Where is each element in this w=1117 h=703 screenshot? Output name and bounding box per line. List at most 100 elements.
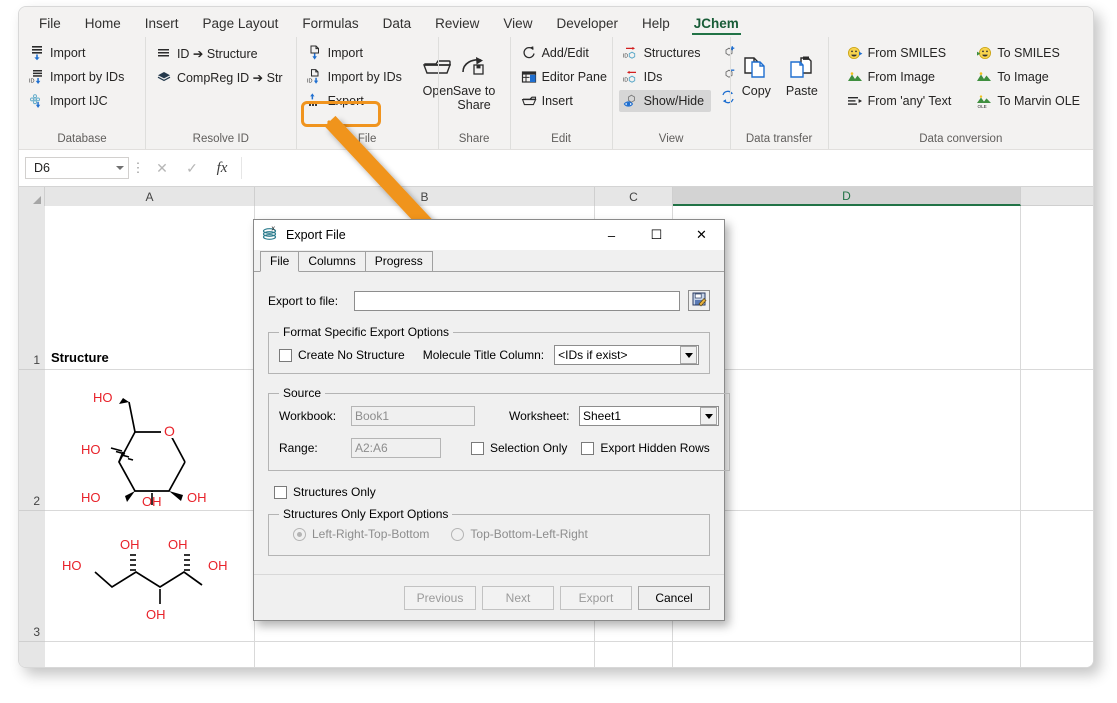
paste-icon	[788, 52, 816, 84]
format-options-row: Create No Structure Molecule Title Colum…	[279, 345, 699, 365]
editor-pane-label: Editor Pane	[542, 70, 607, 84]
svg-text:HO: HO	[93, 390, 113, 405]
insert-function-icon[interactable]: fx	[207, 160, 237, 177]
close-icon[interactable]: ✕	[679, 220, 724, 250]
column-header-c[interactable]: C	[595, 187, 673, 206]
dialog-tab-columns[interactable]: Columns	[298, 251, 365, 271]
from-any-text-button[interactable]: From 'any' Text	[843, 90, 959, 112]
molecule-title-column-select[interactable]: <IDs if exist>	[554, 345, 699, 365]
minimize-icon[interactable]: –	[589, 220, 634, 250]
row-header-2[interactable]: 2	[19, 370, 45, 511]
copy-button[interactable]: Copy	[737, 48, 777, 99]
import-database-button[interactable]: Import	[25, 42, 131, 64]
dialog-tab-progress[interactable]: Progress	[365, 251, 433, 271]
column-header-a[interactable]: A	[45, 187, 255, 206]
browse-file-icon	[692, 292, 707, 310]
maximize-icon[interactable]: ☐	[634, 220, 679, 250]
ribbon-tab-developer[interactable]: Developer	[544, 15, 630, 38]
row-header-1[interactable]: 1	[19, 206, 45, 370]
cell-c4[interactable]	[595, 642, 673, 667]
ribbon-tab-file[interactable]: File	[27, 15, 73, 38]
top-bottom-left-right-label: Top-Bottom-Left-Right	[470, 527, 587, 541]
checkbox-icon	[279, 349, 292, 362]
cancel-button[interactable]: Cancel	[638, 586, 710, 610]
cell-a2[interactable]: O	[45, 370, 255, 510]
ribbon-tab-home[interactable]: Home	[73, 15, 133, 38]
cell-a4[interactable]	[45, 642, 255, 667]
from-image-button[interactable]: From Image	[843, 66, 959, 88]
column-header-b[interactable]: B	[255, 187, 595, 206]
to-smiles-button[interactable]: To SMILES	[972, 42, 1087, 64]
create-no-structure-checkbox[interactable]: Create No Structure	[279, 348, 405, 362]
previous-button[interactable]: Previous	[404, 586, 476, 610]
to-image-button[interactable]: To Image	[972, 66, 1087, 88]
export-to-file-input[interactable]	[354, 291, 680, 311]
accept-formula-icon[interactable]: ✓	[177, 160, 207, 177]
formula-input[interactable]	[241, 157, 1087, 179]
svg-text:HO: HO	[81, 490, 101, 505]
show-hide-button[interactable]: Show/Hide	[619, 90, 711, 112]
cell-a3[interactable]: HO OH OH OH OH	[45, 511, 255, 641]
worksheet-select[interactable]: Sheet1	[579, 406, 719, 426]
cancel-formula-icon[interactable]: ✕	[147, 160, 177, 177]
ids-view-button[interactable]: ID IDs	[619, 66, 711, 88]
structures-view-button[interactable]: ID Structures	[619, 42, 711, 64]
to-marvin-ole-label: To Marvin OLE	[997, 94, 1080, 108]
insert-button[interactable]: Insert	[517, 90, 614, 112]
import-by-ids-file-button[interactable]: ID Import by IDs	[303, 66, 409, 88]
paste-button[interactable]: Paste	[782, 48, 822, 99]
cell-b4[interactable]	[255, 642, 595, 667]
compreg-id-to-structure-button[interactable]: CompReg ID ➔ Str	[152, 66, 290, 88]
ribbon-tab-page-layout[interactable]: Page Layout	[191, 15, 291, 38]
export-dialog-button[interactable]: Export	[560, 586, 632, 610]
dialog-tab-file[interactable]: File	[260, 251, 299, 272]
add-edit-button[interactable]: Add/Edit	[517, 42, 614, 64]
to-marvin-ole-icon: OLE	[976, 93, 992, 109]
cell-d1[interactable]	[673, 206, 1021, 369]
import-by-ids-database-button[interactable]: ID Import by IDs	[25, 66, 131, 88]
to-marvin-ole-button[interactable]: OLE To Marvin OLE	[972, 90, 1087, 112]
svg-text:OH: OH	[142, 494, 162, 506]
ribbon-tab-formulas[interactable]: Formulas	[290, 15, 370, 38]
ribbon-tab-data[interactable]: Data	[371, 15, 424, 38]
chevron-down-icon[interactable]	[700, 407, 717, 425]
from-any-text-icon	[847, 93, 863, 109]
chevron-down-icon[interactable]	[680, 346, 697, 364]
import-ijc-button[interactable]: Import IJC	[25, 90, 131, 112]
dialog-title-bar[interactable]: x Export File – ☐ ✕	[254, 220, 724, 250]
column-header-d[interactable]: D	[673, 187, 1021, 206]
id-to-structure-button[interactable]: ID ➔ Structure	[152, 42, 290, 64]
ribbon-tab-view[interactable]: View	[491, 15, 544, 38]
export-hidden-rows-checkbox[interactable]: Export Hidden Rows	[581, 441, 709, 455]
from-smiles-button[interactable]: From SMILES	[843, 42, 959, 64]
export-to-file-label: Export to file:	[268, 294, 354, 308]
structures-only-checkbox[interactable]: Structures Only	[274, 485, 710, 499]
next-button[interactable]: Next	[482, 586, 554, 610]
column-header-row: A B C D	[19, 187, 1093, 206]
row-header-3[interactable]: 3	[19, 511, 45, 642]
ribbon-group-label-file: File	[297, 133, 438, 145]
select-all-corner[interactable]	[19, 187, 45, 206]
ribbon-tab-review[interactable]: Review	[423, 15, 491, 38]
browse-file-button[interactable]	[688, 290, 710, 311]
cell-d4[interactable]	[673, 642, 1021, 667]
export-button[interactable]: Export	[303, 90, 409, 112]
save-to-share-button[interactable]: Save to Share	[445, 48, 504, 113]
selection-only-checkbox[interactable]: Selection Only	[471, 441, 567, 455]
editor-pane-button[interactable]: Editor Pane	[517, 66, 614, 88]
export-file-dialog: x Export File – ☐ ✕ File Columns Progres…	[253, 219, 725, 621]
ribbon-tab-jchem[interactable]: JChem	[682, 15, 751, 38]
row-header-2-label: 2	[19, 494, 40, 508]
ribbon-tab-help[interactable]: Help	[630, 15, 682, 38]
to-image-label: To Image	[997, 70, 1048, 84]
cell-a1[interactable]: Structure	[45, 206, 255, 369]
structures-only-options-legend: Structures Only Export Options	[279, 507, 452, 521]
row-header-4[interactable]	[19, 642, 45, 667]
ribbon-tab-insert[interactable]: Insert	[133, 15, 191, 38]
name-box[interactable]: D6	[25, 157, 129, 179]
range-input: A2:A6	[351, 438, 441, 458]
cell-d3[interactable]	[673, 511, 1021, 641]
chevron-down-icon[interactable]	[116, 166, 124, 170]
import-file-button[interactable]: Import	[303, 42, 409, 64]
ribbon: Import ID	[19, 37, 1093, 150]
